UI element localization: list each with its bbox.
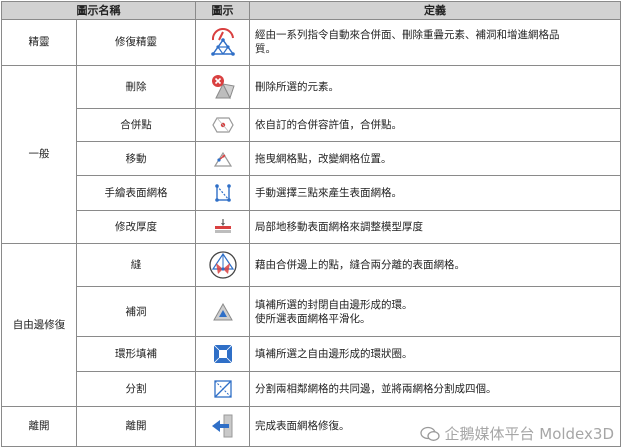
fill-hole-icon (212, 302, 233, 321)
definition-cell: 藉由合併邊上的點，縫合兩分離的表面網格。 (249, 242, 621, 288)
definition-cell: 完成表面網格修復。 (249, 405, 621, 448)
table-row: 離開 離開 完成表面網格修復。 (1, 405, 621, 448)
table-row: 環形填補 填補所選之自由邊形成的環狀圈。 (2, 336, 621, 372)
category-cell: 自由邊修復 (1, 242, 77, 407)
merge-nodes-icon (211, 117, 234, 133)
tool-name: 手繪表面網格 (76, 175, 196, 212)
header-icon: 圖示 (195, 1, 250, 20)
definition-cell: 局部地移動表面網格來調整模型厚度 (249, 210, 621, 244)
tool-name: 修復精靈 (76, 19, 196, 66)
definition-cell: 經由一系列指令自動來合併面、刪除重疊元素、補洞和增進網格品 質。 (249, 19, 621, 66)
definition-table: 圖示名稱 圖示 定義 精靈 修復精靈 經由一系列指令自動來合併面、刪除重疊元素、… (1, 1, 621, 448)
definition-cell: 拖曳網格點，改變網格位置。 (249, 140, 621, 177)
table-row: 合併點 依自訂的合併容許值，合併點。 (2, 108, 621, 142)
definition-cell: 刪除所選的元素。 (249, 64, 621, 110)
tool-name: 刪除 (76, 64, 196, 110)
split-icon (213, 380, 232, 398)
table-row: 補洞 填補所選的封閉自由邊形成的環。 使所選表面網格平滑化。 (2, 286, 621, 338)
delete-icon (211, 74, 235, 100)
definition-cell: 分割兩相鄰網格的共同邊，並將兩網格分割成四個。 (249, 370, 621, 407)
hand-draw-mesh-icon (214, 184, 231, 203)
tool-name: 縫 (76, 242, 196, 288)
table-row: 分割 分割兩相鄰網格的共同邊，並將兩網格分割成四個。 (2, 370, 621, 407)
tool-name: 補洞 (76, 286, 196, 338)
category-cell: 精靈 (1, 19, 77, 66)
tool-name: 移動 (76, 140, 196, 177)
table-header-row: 圖示名稱 圖示 定義 (1, 1, 621, 20)
header-definition: 定義 (249, 1, 621, 20)
ring-fill-icon (213, 344, 232, 364)
header-icon-name: 圖示名稱 (1, 1, 196, 20)
tool-name: 合併點 (76, 108, 196, 142)
exit-icon (211, 414, 232, 438)
table-row: 精靈 修復精靈 經由一系列指令自動來合併面、刪除重疊元素、補洞和增進網格品 質。 (1, 19, 621, 66)
category-cell: 一般 (1, 64, 77, 244)
tool-name: 離開 (76, 405, 196, 448)
modify-thickness-icon (214, 219, 231, 233)
table-row: 移動 拖曳網格點，改變網格位置。 (2, 140, 621, 177)
table-row: 手繪表面網格 手動選擇三點來產生表面網格。 (2, 175, 621, 212)
tool-name: 環形填補 (76, 336, 196, 372)
category-cell: 離開 (1, 405, 77, 448)
definition-cell: 依自訂的合併容許值，合併點。 (249, 108, 621, 142)
definition-cell: 填補所選之自由邊形成的環狀圈。 (249, 336, 621, 372)
table-row: 一般 刪除 刪除所選的元素。 (1, 64, 621, 244)
table-row: 修改厚度 局部地移動表面網格來調整模型厚度 (2, 210, 621, 244)
table-row: 自由邊修復 縫 藉由合併邊上的點，縫合兩分離的表面網格。 (1, 242, 621, 407)
stitch-icon (208, 251, 237, 279)
tool-name: 分割 (76, 370, 196, 407)
definition-cell: 填補所選的封閉自由邊形成的環。 使所選表面網格平滑化。 (249, 286, 621, 338)
tool-name: 修改厚度 (76, 210, 196, 244)
definition-cell: 手動選擇三點來產生表面網格。 (249, 175, 621, 212)
repair-wizard-icon (210, 28, 235, 57)
move-icon (213, 151, 232, 167)
